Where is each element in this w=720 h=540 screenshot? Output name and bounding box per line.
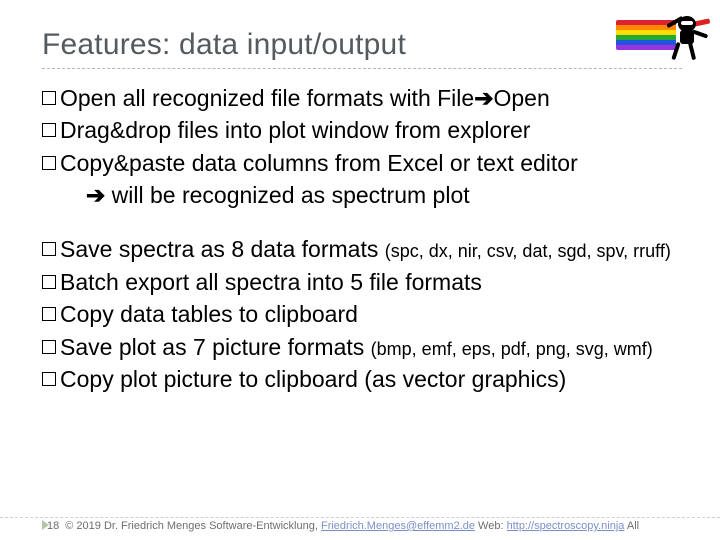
bullet-lead: Drag&drop xyxy=(60,117,171,143)
arrow-right-icon: ➔ xyxy=(86,182,105,208)
bullet-lead: Copy&paste xyxy=(60,150,185,176)
bullet-text: files into plot window from explorer xyxy=(171,117,530,143)
footer-email-link[interactable]: Friedrich.Menges@effemm2.de xyxy=(321,520,475,532)
bullet-box-icon xyxy=(42,372,56,386)
bullet-item: Save spectra as 8 data formats (spc, dx,… xyxy=(42,234,692,264)
bullet-text: will be recognized as spectrum plot xyxy=(105,182,469,208)
bullet-small: (spc, dx, nir, csv, dat, sgd, spv, rruff… xyxy=(385,241,671,261)
bullet-item: Save plot as 7 picture formats (bmp, emf… xyxy=(42,332,692,362)
bullet-item: Batch export all spectra into 5 file for… xyxy=(42,267,692,297)
bullet-item: Copy&paste data columns from Excel or te… xyxy=(42,148,692,178)
bullet-box-icon xyxy=(42,123,56,137)
bullet-text: data tables to clipboard xyxy=(114,301,358,327)
footer: 18 © 2019 Dr. Friedrich Menges Software-E… xyxy=(0,517,720,532)
bullet-text: spectra as 8 data formats xyxy=(112,236,384,262)
bullet-box-icon xyxy=(42,156,56,170)
bullet-text: all recognized file formats with File xyxy=(116,85,474,111)
bullet-text: export all spectra into 5 file formats xyxy=(119,269,482,295)
bullet-lead: Open xyxy=(60,85,116,111)
bullet-item: Drag&drop files into plot window from ex… xyxy=(42,115,692,145)
bullet-tail: Open xyxy=(493,85,549,111)
footer-mid: Web: xyxy=(475,520,507,532)
bullet-box-icon xyxy=(42,275,56,289)
bullet-list: Open all recognized file formats with Fi… xyxy=(42,83,692,394)
bullet-text: plot picture to clipboard (as vector gra… xyxy=(114,366,567,392)
ninja-rainbow-logo xyxy=(616,4,712,68)
arrow-right-icon: ➔ xyxy=(474,85,493,111)
bullet-lead: Batch xyxy=(60,269,119,295)
page-number: 18 xyxy=(47,520,59,532)
bullet-box-icon xyxy=(42,91,56,105)
bullet-box-icon xyxy=(42,307,56,321)
bullet-lead: Save xyxy=(60,236,112,262)
bullet-item: Open all recognized file formats with Fi… xyxy=(42,83,692,113)
ninja-icon xyxy=(660,6,712,66)
bullet-box-icon xyxy=(42,242,56,256)
bullet-item: Copy plot picture to clipboard (as vecto… xyxy=(42,364,692,394)
bullet-lead: Save xyxy=(60,334,112,360)
bullet-subline: ➔ will be recognized as spectrum plot xyxy=(42,180,692,210)
bullet-text: plot as 7 picture formats xyxy=(112,334,370,360)
footer-copyright: © 2019 Dr. Friedrich Menges Software-Ent… xyxy=(65,520,321,532)
bullet-item: Copy data tables to clipboard xyxy=(42,299,692,329)
footer-web-link[interactable]: http://spectroscopy.ninja xyxy=(507,520,625,532)
bullet-lead: Copy xyxy=(60,366,114,392)
bullet-small: (bmp, emf, eps, pdf, png, svg, wmf) xyxy=(371,339,653,359)
slide-title: Features: data input/output xyxy=(42,28,692,62)
title-divider xyxy=(42,68,682,69)
footer-tail: All xyxy=(624,520,639,532)
bullet-text: data columns from Excel or text editor xyxy=(185,150,577,176)
bullet-lead: Copy xyxy=(60,301,114,327)
bullet-box-icon xyxy=(42,340,56,354)
